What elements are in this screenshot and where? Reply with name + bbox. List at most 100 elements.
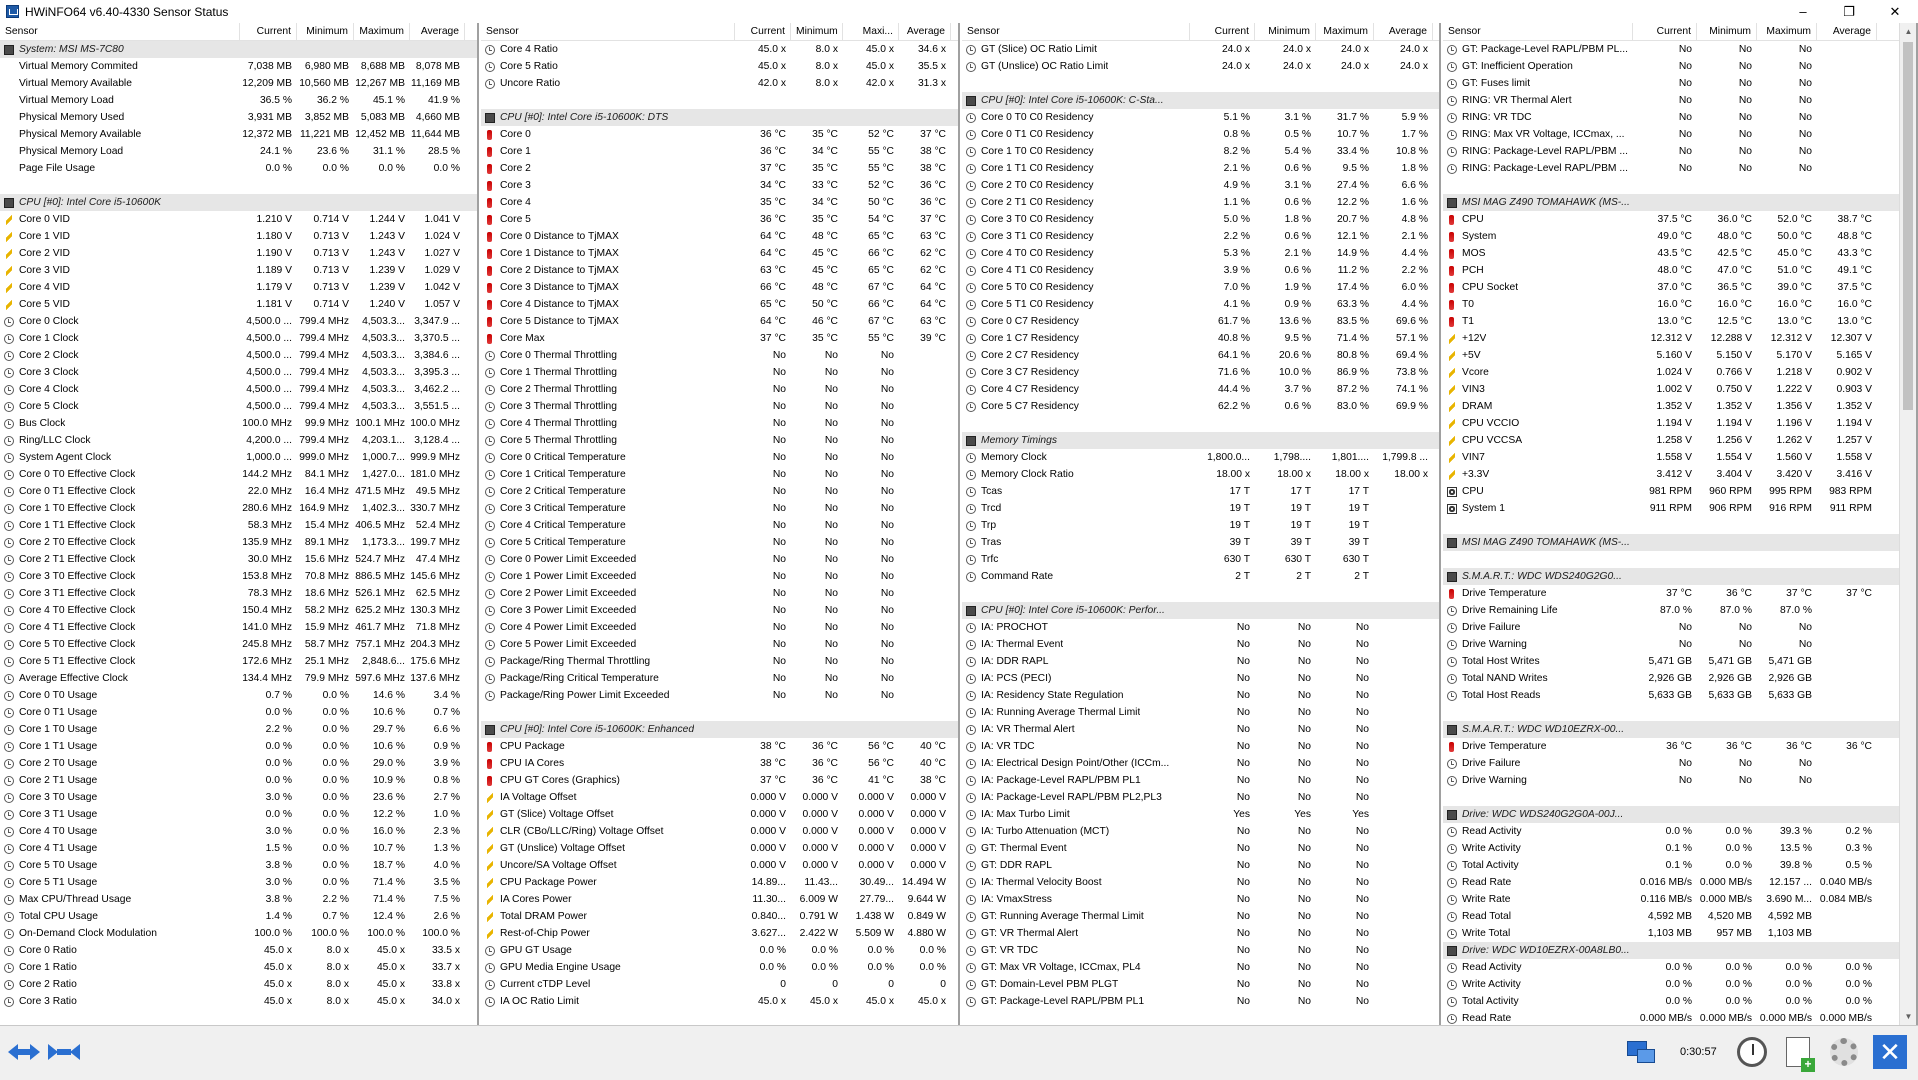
sensor-row[interactable]: System Agent Clock 1,000.0 ... 999.0 MHz 1,…: [0, 449, 477, 466]
sensor-row[interactable]: GT: Thermal Event No No No: [962, 840, 1439, 857]
sensor-row[interactable]: System 1 911 RPM 906 RPM 916 RPM 911 RPM: [1443, 500, 1916, 517]
sensor-row[interactable]: Physical Memory Used 3,931 MB 3,852 MB 5,08…: [0, 109, 477, 126]
sensor-row[interactable]: Core 1 T0 C0 Residency 8.2 % 5.4 % 33.4 % 10…: [962, 143, 1439, 160]
column-header[interactable]: Current: [1190, 23, 1255, 40]
sensor-row[interactable]: Core 1 T1 Usage 0.0 % 0.0 % 10.6 % 0.9 %: [0, 738, 477, 755]
sensor-row[interactable]: Core 3 C7 Residency 71.6 % 10.0 % 86.9 % 73.…: [962, 364, 1439, 381]
sensor-row[interactable]: Uncore/SA Voltage Offset 0.000 V 0.000 V 0.…: [481, 857, 958, 874]
sensor-row[interactable]: Drive Temperature 37 °C 36 °C 37 °C 37 °C: [1443, 585, 1916, 602]
sensor-row[interactable]: Core 2 37 °C 35 °C 55 °C 38 °C: [481, 160, 958, 177]
settings-button[interactable]: [1826, 1034, 1862, 1070]
sensor-row[interactable]: Core 3 Ratio 45.0 x 8.0 x 45.0 x 34.0 x: [0, 993, 477, 1010]
sensor-row[interactable]: Core 5 T1 Usage 3.0 % 0.0 % 71.4 % 3.5 %: [0, 874, 477, 891]
sensor-group-header[interactable]: CPU [#0]: Intel Core i5-10600K: Enhanced: [481, 721, 958, 738]
sensor-row[interactable]: RING: VR TDC No No No: [1443, 109, 1916, 126]
sensor-row[interactable]: GT: Fuses limit No No No: [1443, 75, 1916, 92]
sensor-row[interactable]: Core 5 C7 Residency 62.2 % 0.6 % 83.0 % 69.9…: [962, 398, 1439, 415]
network-button[interactable]: [1622, 1034, 1658, 1070]
sensor-row[interactable]: Virtual Memory Available 12,209 MB 10,560 …: [0, 75, 477, 92]
sensor-row[interactable]: CPU 981 RPM 960 RPM 995 RPM 983 RPM: [1443, 483, 1916, 500]
sensor-row[interactable]: Core 3 T1 C0 Residency 2.2 % 0.6 % 12.1 % 2.…: [962, 228, 1439, 245]
sensor-row[interactable]: GT: VR Thermal Alert No No No: [962, 925, 1439, 942]
sensor-row[interactable]: Core 3 T0 C0 Residency 5.0 % 1.8 % 20.7 % 4.…: [962, 211, 1439, 228]
sensor-row[interactable]: IA: Thermal Event No No No: [962, 636, 1439, 653]
sensor-row[interactable]: GT: Running Average Thermal Limit No No No: [962, 908, 1439, 925]
sensor-row[interactable]: +12V 12.312 V 12.288 V 12.312 V 12.307 V: [1443, 330, 1916, 347]
sensor-row[interactable]: Core 5 Distance to TjMAX 64 °C 46 °C 67 °C 6…: [481, 313, 958, 330]
sensor-row[interactable]: Max CPU/Thread Usage 3.8 % 2.2 % 71.4 % 7.5 …: [0, 891, 477, 908]
sensor-row[interactable]: +5V 5.160 V 5.150 V 5.170 V 5.165 V: [1443, 347, 1916, 364]
sensor-row[interactable]: Package/Ring Power Limit Exceeded No No No: [481, 687, 958, 704]
sensor-row[interactable]: Core 2 T1 Effective Clock 30.0 MHz 15.6 MH…: [0, 551, 477, 568]
sensor-row[interactable]: IA: VR TDC No No No: [962, 738, 1439, 755]
logging-button[interactable]: [1780, 1034, 1816, 1072]
sensor-row[interactable]: Core 2 T0 Effective Clock 135.9 MHz 89.1 M…: [0, 534, 477, 551]
sensor-row[interactable]: Bus Clock 100.0 MHz 99.9 MHz 100.1 MHz 100.0…: [0, 415, 477, 432]
sensor-row[interactable]: Core 1 T1 C0 Residency 2.1 % 0.6 % 9.5 % 1.8…: [962, 160, 1439, 177]
layout-toggle-button[interactable]: [46, 1034, 82, 1070]
sensor-row[interactable]: Core 5 Ratio 45.0 x 8.0 x 45.0 x 35.5 x: [481, 58, 958, 75]
sensor-row[interactable]: Core 4 Clock 4,500.0 ... 799.4 MHz 4,503.3.…: [0, 381, 477, 398]
sensor-row[interactable]: Core 5 Thermal Throttling No No No: [481, 432, 958, 449]
sensor-row[interactable]: RING: Package-Level RAPL/PBM ... No No No: [1443, 143, 1916, 160]
sensor-row[interactable]: Trp 19 T 19 T 19 T: [962, 517, 1439, 534]
sensor-row[interactable]: Core 1 Power Limit Exceeded No No No: [481, 568, 958, 585]
sensor-row[interactable]: Core 2 Thermal Throttling No No No: [481, 381, 958, 398]
sensor-row[interactable]: Drive Warning No No No: [1443, 636, 1916, 653]
sensor-row[interactable]: Core 0 36 °C 35 °C 52 °C 37 °C: [481, 126, 958, 143]
sensor-row[interactable]: Total Host Reads 5,633 GB 5,633 GB 5,633 GB: [1443, 687, 1916, 704]
sensor-row[interactable]: Core 4 T1 C0 Residency 3.9 % 0.6 % 11.2 % 2.…: [962, 262, 1439, 279]
sensor-row[interactable]: Core 4 Ratio 45.0 x 8.0 x 45.0 x 34.6 x: [481, 41, 958, 58]
sensor-row[interactable]: CPU GT Cores (Graphics) 37 °C 36 °C 41 °C 38…: [481, 772, 958, 789]
sensor-row[interactable]: Core 3 Clock 4,500.0 ... 799.4 MHz 4,503.3.…: [0, 364, 477, 381]
sensor-row[interactable]: Core 1 Ratio 45.0 x 8.0 x 45.0 x 33.7 x: [0, 959, 477, 976]
sensor-row[interactable]: DRAM 1.352 V 1.352 V 1.356 V 1.352 V: [1443, 398, 1916, 415]
sensor-row[interactable]: Core 5 T0 C0 Residency 7.0 % 1.9 % 17.4 % 6.…: [962, 279, 1439, 296]
sensor-row[interactable]: Core 5 T1 C0 Residency 4.1 % 0.9 % 63.3 % 4.…: [962, 296, 1439, 313]
sensor-row[interactable]: Core 0 Clock 4,500.0 ... 799.4 MHz 4,503.3.…: [0, 313, 477, 330]
sensor-row[interactable]: Core 2 Power Limit Exceeded No No No: [481, 585, 958, 602]
sensor-row[interactable]: Core 0 Ratio 45.0 x 8.0 x 45.0 x 33.5 x: [0, 942, 477, 959]
sensor-row[interactable]: Core 5 Power Limit Exceeded No No No: [481, 636, 958, 653]
sensor-row[interactable]: Package/Ring Critical Temperature No No No: [481, 670, 958, 687]
sensor-row[interactable]: Tcas 17 T 17 T 17 T: [962, 483, 1439, 500]
sensor-row[interactable]: IA: Turbo Attenuation (MCT) No No No: [962, 823, 1439, 840]
sensor-row[interactable]: Trcd 19 T 19 T 19 T: [962, 500, 1439, 517]
column-header[interactable]: Minimum: [791, 23, 843, 40]
sensor-row[interactable]: Read Rate 0.000 MB/s 0.000 MB/s 0.000 MB/s 0…: [1443, 1010, 1916, 1025]
sensor-row[interactable]: GT (Slice) Voltage Offset 0.000 V 0.000 V0…: [481, 806, 958, 823]
sensor-row[interactable]: Core 2 Critical Temperature No No No: [481, 483, 958, 500]
column-header[interactable]: Average: [899, 23, 951, 40]
sensor-row[interactable]: RING: VR Thermal Alert No No No: [1443, 92, 1916, 109]
sensor-group-header[interactable]: Memory Timings: [962, 432, 1439, 449]
sensor-row[interactable]: Core 2 Distance to TjMAX 63 °C 45 °C 65 °C 6…: [481, 262, 958, 279]
column-header[interactable]: Average: [410, 23, 465, 40]
sensor-group-header[interactable]: System: MSI MS-7C80: [0, 41, 477, 58]
sensor-row[interactable]: GT: Package-Level RAPL/PBM PL1 No No No: [962, 993, 1439, 1010]
sensor-row[interactable]: IA: Thermal Velocity Boost No No No: [962, 874, 1439, 891]
sensor-row[interactable]: Core 4 Distance to TjMAX 65 °C 50 °C 66 °C 6…: [481, 296, 958, 313]
column-header[interactable]: Current: [1633, 23, 1697, 40]
sensor-row[interactable]: Core 4 T1 Effective Clock 141.0 MHz 15.9 M…: [0, 619, 477, 636]
sensor-row[interactable]: CPU Package Power 14.89... 11.43... 30.49..…: [481, 874, 958, 891]
sensor-row[interactable]: Tras 39 T 39 T 39 T: [962, 534, 1439, 551]
sensor-row[interactable]: IA OC Ratio Limit 45.0 x 45.0 x 45.0 x 45.0 …: [481, 993, 958, 1010]
sensor-row[interactable]: Core 1 36 °C 34 °C 55 °C 38 °C: [481, 143, 958, 160]
sensor-row[interactable]: IA: Electrical Design Point/Other (ICCm.…: [962, 755, 1439, 772]
sensor-row[interactable]: CPU VCCSA 1.258 V 1.256 V 1.262 V 1.257 V: [1443, 432, 1916, 449]
sensor-row[interactable]: Drive Remaining Life 87.0 % 87.0 % 87.0 %: [1443, 602, 1916, 619]
sensor-row[interactable]: RING: Package-Level RAPL/PBM ... No No No: [1443, 160, 1916, 177]
column-header[interactable]: Maximum: [354, 23, 410, 40]
column-header[interactable]: Sensor: [481, 23, 735, 40]
sensor-row[interactable]: Core 0 Distance to TjMAX 64 °C 48 °C 65 °C 6…: [481, 228, 958, 245]
sensor-group-header[interactable]: CPU [#0]: Intel Core i5-10600K: Perfor..…: [962, 602, 1439, 619]
sensor-row[interactable]: Core 2 T1 C0 Residency 1.1 % 0.6 % 12.2 % 1.…: [962, 194, 1439, 211]
sensor-row[interactable]: Core 0 T1 C0 Residency 0.8 % 0.5 % 10.7 % 1.…: [962, 126, 1439, 143]
sensor-row[interactable]: Drive Failure No No No: [1443, 755, 1916, 772]
column-header[interactable]: Current: [735, 23, 791, 40]
sensor-row[interactable]: Core 5 36 °C 35 °C 54 °C 37 °C: [481, 211, 958, 228]
sensor-row[interactable]: T1 13.0 °C 12.5 °C 13.0 °C 13.0 °C: [1443, 313, 1916, 330]
sensor-row[interactable]: Virtual Memory Commited 7,038 MB 6,980 MB 8…: [0, 58, 477, 75]
sensor-row[interactable]: GPU GT Usage 0.0 % 0.0 % 0.0 % 0.0 %: [481, 942, 958, 959]
sensor-row[interactable]: +3.3V 3.412 V 3.404 V 3.420 V 3.416 V: [1443, 466, 1916, 483]
